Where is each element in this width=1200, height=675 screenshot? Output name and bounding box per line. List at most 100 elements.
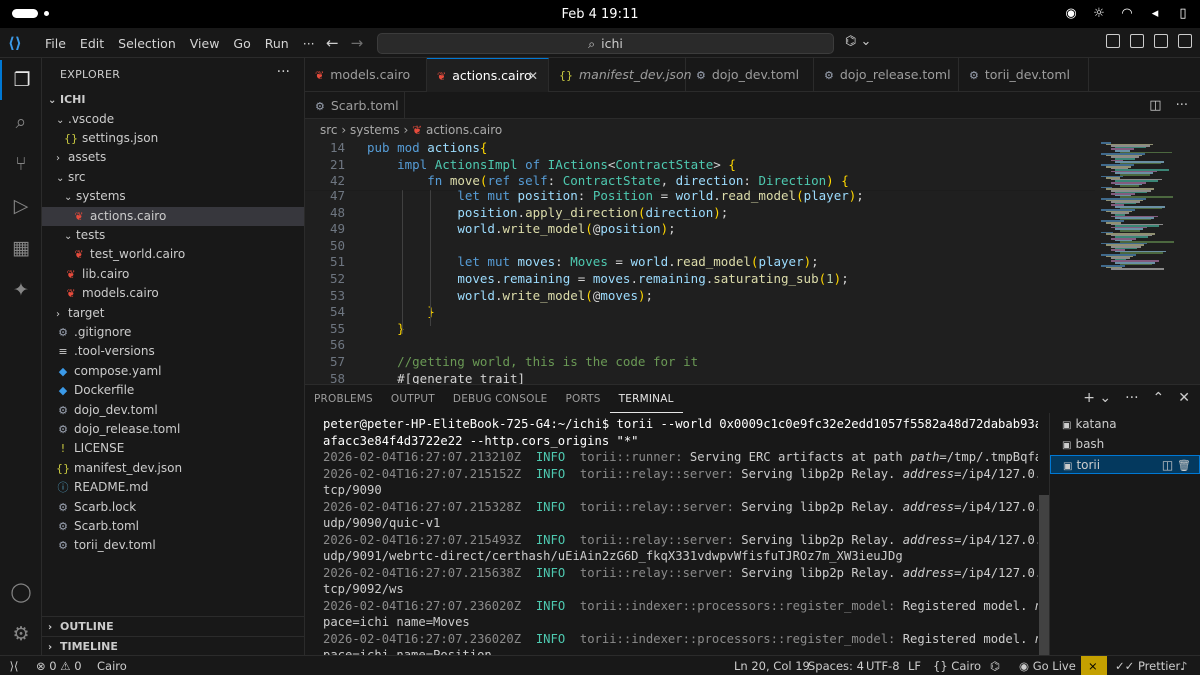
menu-selection[interactable]: Selection [111,36,183,51]
code-line[interactable]: 54 } [305,304,1095,321]
cursor-position[interactable]: Ln 20, Col 19 [734,656,810,675]
outline-section[interactable]: › OUTLINE [42,616,304,635]
breadcrumb-src[interactable]: src [320,123,338,137]
menu-go[interactable]: Go [226,36,257,51]
folder-row[interactable]: › assets [42,148,304,167]
editor-tab[interactable]: ⚙ torii_dev.toml [959,58,1089,92]
file-row[interactable]: ! LICENSE [42,439,304,458]
kill-terminal-icon[interactable]: 🗑 [1177,459,1191,472]
account-icon[interactable]: ◯ [0,572,42,612]
workspace-root[interactable]: ⌄ ICHI [42,90,304,109]
editor-tab[interactable]: ⚙ dojo_dev.toml [686,58,814,92]
battery-icon[interactable]: ▯ [1176,5,1190,21]
new-terminal-icon[interactable]: + ⌄ [1083,390,1111,406]
search-view-icon[interactable]: ⌕ [0,102,42,142]
code-line[interactable]: 57 //getting world, this is the code for… [305,354,1095,371]
editor-tab[interactable]: ⚙ Scarb.toml [305,92,405,119]
timeline-section[interactable]: › TIMELINE [42,636,304,655]
back-arrow-icon[interactable]: ← [326,34,339,52]
toggle-sidebar-icon[interactable] [1130,34,1144,48]
more-actions-icon[interactable]: ··· [1176,98,1188,113]
source-control-icon[interactable]: ⑂ [0,144,42,184]
breadcrumb-systems[interactable]: systems [350,123,400,137]
end-of-line[interactable]: LF [908,656,921,675]
code-line[interactable]: 52 moves.remaining = moves.remaining.sat… [305,271,1095,288]
file-row[interactable]: ❦ models.cairo [42,284,304,303]
run-debug-icon[interactable]: ▷ [0,186,42,226]
command-center-search[interactable]: ⌕ ichi [377,33,834,54]
panel-more-icon[interactable]: ··· [1125,390,1138,406]
discord-icon[interactable]: ◉ [1064,5,1078,21]
folder-row[interactable]: › target [42,304,304,323]
file-row[interactable]: ⓘ README.md [42,478,304,497]
file-row[interactable]: ◆ compose.yaml [42,362,304,381]
file-row[interactable]: ⚙ Scarb.toml [42,517,304,536]
split-editor-icon[interactable]: ◫ [1149,98,1161,113]
volume-icon[interactable]: ◂ [1148,5,1162,21]
terminal-scrollbar[interactable] [1039,495,1049,655]
gemini-icon[interactable]: ✦ [0,270,42,310]
encoding[interactable]: UTF-8 [866,656,900,675]
terminal-instance[interactable]: ▣ katana [1050,415,1200,434]
wifi-icon[interactable]: ◠ [1120,5,1134,21]
language-mode[interactable]: {} Cairo [933,656,981,675]
file-row[interactable]: ◆ Dockerfile [42,381,304,400]
language-indicator-left[interactable]: Cairo [97,656,127,675]
code-line[interactable]: 49 world.write_model(@position); [305,221,1095,238]
folder-row[interactable]: ⌄ .vscode [42,110,304,129]
extensions-icon[interactable]: ▦ [0,228,42,268]
menu-edit[interactable]: Edit [73,36,111,51]
breadcrumb-file[interactable]: actions.cairo [426,123,502,137]
system-clock[interactable]: Feb 4 19:11 [0,7,1200,22]
brightness-icon[interactable]: ☼ [1092,5,1106,21]
minimap[interactable] [1101,140,1186,384]
panel-tab[interactable]: TERMINAL [609,385,683,413]
panel-tab[interactable]: DEBUG CONSOLE [444,385,557,413]
editor-tab[interactable]: {} manifest_dev.json [549,58,692,92]
file-row[interactable]: {} settings.json [42,129,304,148]
explorer-icon[interactable]: ❐ [0,60,42,100]
toggle-secondary-sidebar-icon[interactable] [1178,34,1192,48]
file-row[interactable]: ⚙ dojo_dev.toml [42,401,304,420]
close-tab-icon[interactable]: ✕ [528,59,538,93]
editor-tab[interactable]: ❦ models.cairo [305,58,427,92]
code-line[interactable]: 53 world.write_model(@moves); [305,288,1095,305]
file-row[interactable]: ❦ actions.cairo [42,206,304,226]
split-terminal-icon[interactable]: ◫ [1162,458,1177,472]
customize-layout-icon[interactable] [1106,34,1120,48]
code-line[interactable]: 14 pub mod actions{ [305,140,1095,157]
file-row[interactable]: ⚙ dojo_release.toml [42,420,304,439]
editor-tab[interactable]: ⚙ dojo_release.toml [814,58,959,92]
editor-tab[interactable]: ❦ actions.cairo ✕ [427,58,549,92]
code-line[interactable]: 42 fn move(ref self: ContractState, dire… [305,173,1095,190]
file-row[interactable]: ❦ lib.cairo [42,265,304,284]
system-tray[interactable]: ◉ ☼ ◠ ◂ ▯ [1064,5,1190,21]
folder-row[interactable]: ⌄ systems [42,187,304,206]
terminal-output[interactable]: peter@peter-HP-EliteBook-725-G4:~/ichi$ … [305,413,1038,656]
code-line[interactable]: 50 [305,238,1095,255]
code-line[interactable]: 51 let mut moves: Moves = world.read_mod… [305,254,1095,271]
copilot-status-icon[interactable]: ⌬ [990,656,1000,675]
code-line[interactable]: 58 #[generate_trait] [305,371,1095,384]
code-editor[interactable]: 14 pub mod actions{21 impl ActionsImpl of… [305,140,1200,384]
code-line[interactable]: 48 position.apply_direction(direction); [305,205,1095,222]
code-line[interactable]: 56 [305,337,1095,354]
file-row[interactable]: ❦ test_world.cairo [42,245,304,264]
file-row[interactable]: ≡ .tool-versions [42,342,304,361]
terminal-instance[interactable]: ▣ bash [1050,435,1200,454]
indentation[interactable]: Spaces: 4 [808,656,864,675]
toggle-panel-icon[interactable] [1154,34,1168,48]
close-panel-icon[interactable]: ✕ [1178,390,1190,406]
menu-file[interactable]: File [38,36,73,51]
remote-indicator-icon[interactable]: ⟩⟨ [0,656,28,675]
menu-run[interactable]: Run [258,36,296,51]
panel-tab[interactable]: OUTPUT [382,385,444,413]
code-line[interactable]: 55 } [305,321,1095,338]
terminal-instance[interactable]: ▣ torii ◫ 🗑 [1050,455,1200,474]
folder-row[interactable]: ⌄ tests [42,226,304,245]
panel-tab[interactable]: PROBLEMS [305,385,382,413]
menu-more[interactable]: ··· [296,36,322,51]
folder-row[interactable]: ⌄ src [42,168,304,187]
explorer-more-button[interactable]: ··· [277,64,290,80]
copilot-icon[interactable]: ⌬ ⌄ [845,34,871,49]
